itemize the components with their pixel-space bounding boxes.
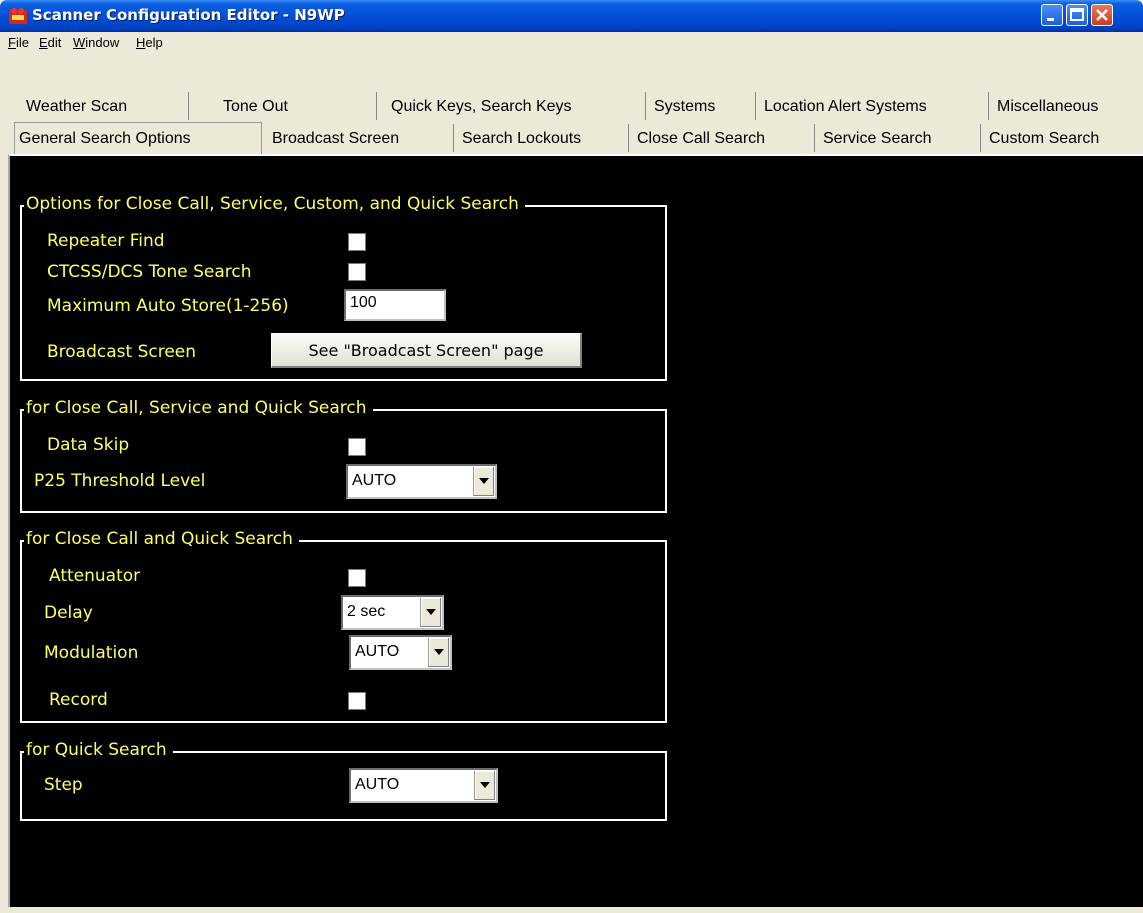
record-checkbox[interactable]: [348, 692, 366, 710]
group-title: for Close Call and Quick Search: [24, 529, 299, 549]
tab-systems[interactable]: Systems: [646, 92, 756, 120]
tab-row-top: Weather Scan Tone Out Quick Keys, Search…: [12, 92, 1137, 122]
tone-search-label: CTCSS/DCS Tone Search: [47, 262, 252, 282]
dropdown-arrow-button[interactable]: [473, 467, 494, 496]
tone-search-checkbox[interactable]: [348, 263, 366, 281]
window-title: Scanner Configuration Editor - N9WP: [32, 6, 345, 24]
attenuator-checkbox[interactable]: [348, 569, 366, 587]
dropdown-arrow-button[interactable]: [420, 598, 441, 627]
group-close-call-quick: for Close Call and Quick Search Attenuat…: [20, 529, 667, 723]
tab-row-bottom: General Search Options Broadcast Screen …: [12, 122, 1137, 154]
title-bar[interactable]: Scanner Configuration Editor - N9WP: [0, 0, 1143, 32]
record-label: Record: [49, 690, 108, 710]
maximize-button[interactable]: [1066, 4, 1088, 26]
general-search-options-panel: Options for Close Call, Service, Custom,…: [8, 154, 1143, 907]
close-icon: [1096, 9, 1108, 21]
delay-select[interactable]: 2 sec: [341, 595, 444, 630]
menu-help[interactable]: Help: [136, 35, 163, 50]
tab-tone-out[interactable]: Tone Out: [189, 92, 377, 120]
chevron-down-icon: [426, 609, 436, 615]
tab-search-lockouts[interactable]: Search Lockouts: [454, 124, 629, 152]
menu-edit[interactable]: Edit: [39, 35, 61, 50]
tab-location-alert[interactable]: Location Alert Systems: [756, 92, 989, 120]
menu-window[interactable]: Window: [73, 35, 119, 50]
tab-quick-keys[interactable]: Quick Keys, Search Keys: [377, 92, 646, 120]
tab-weather-scan[interactable]: Weather Scan: [22, 92, 189, 120]
close-button[interactable]: [1091, 4, 1113, 26]
maximize-icon: [1070, 8, 1084, 21]
group-title: for Close Call, Service and Quick Search: [24, 398, 373, 418]
repeater-find-checkbox[interactable]: [348, 233, 366, 251]
group-title: Options for Close Call, Service, Custom,…: [24, 194, 525, 214]
menu-file[interactable]: File: [8, 35, 29, 50]
broadcast-screen-page-button[interactable]: See "Broadcast Screen" page: [271, 333, 582, 368]
p25-threshold-select[interactable]: AUTO: [346, 464, 497, 499]
chevron-down-icon: [434, 649, 444, 655]
minimize-button[interactable]: [1041, 4, 1063, 26]
tab-miscellaneous[interactable]: Miscellaneous: [989, 92, 1137, 120]
minimize-icon: [1047, 18, 1054, 21]
dropdown-arrow-button[interactable]: [474, 771, 495, 800]
repeater-find-label: Repeater Find: [47, 231, 165, 251]
data-skip-label: Data Skip: [47, 435, 130, 455]
modulation-select[interactable]: AUTO: [349, 635, 452, 670]
tab-service-search[interactable]: Service Search: [815, 124, 981, 152]
tab-close-call-search[interactable]: Close Call Search: [629, 124, 815, 152]
dropdown-arrow-button[interactable]: [428, 638, 449, 667]
tab-broadcast-screen[interactable]: Broadcast Screen: [264, 124, 454, 152]
tab-custom-search[interactable]: Custom Search: [981, 124, 1137, 152]
group-quick-search: for Quick Search Step AUTO: [20, 740, 667, 821]
modulation-label: Modulation: [44, 643, 139, 663]
step-select[interactable]: AUTO: [349, 768, 498, 803]
modulation-value: AUTO: [355, 643, 400, 660]
tab-general-search-options[interactable]: General Search Options: [14, 122, 262, 154]
chevron-down-icon: [479, 478, 489, 484]
data-skip-checkbox[interactable]: [348, 438, 366, 456]
group-all-search-options: Options for Close Call, Service, Custom,…: [20, 194, 667, 381]
delay-label: Delay: [44, 603, 93, 623]
step-value: AUTO: [355, 776, 400, 793]
group-close-call-service-quick: for Close Call, Service and Quick Search…: [20, 398, 667, 513]
menu-bar: File Edit Window Help: [0, 32, 1143, 54]
max-auto-store-label: Maximum Auto Store(1-256): [47, 296, 289, 316]
p25-threshold-value: AUTO: [352, 472, 397, 489]
chevron-down-icon: [480, 782, 490, 788]
p25-threshold-label: P25 Threshold Level: [34, 471, 206, 491]
attenuator-label: Attenuator: [49, 566, 141, 586]
max-auto-store-input[interactable]: 100: [344, 289, 446, 321]
delay-value: 2 sec: [347, 603, 386, 620]
step-label: Step: [44, 775, 83, 795]
broadcast-screen-label: Broadcast Screen: [47, 342, 197, 362]
group-title: for Quick Search: [24, 740, 173, 760]
app-icon: [9, 8, 27, 24]
